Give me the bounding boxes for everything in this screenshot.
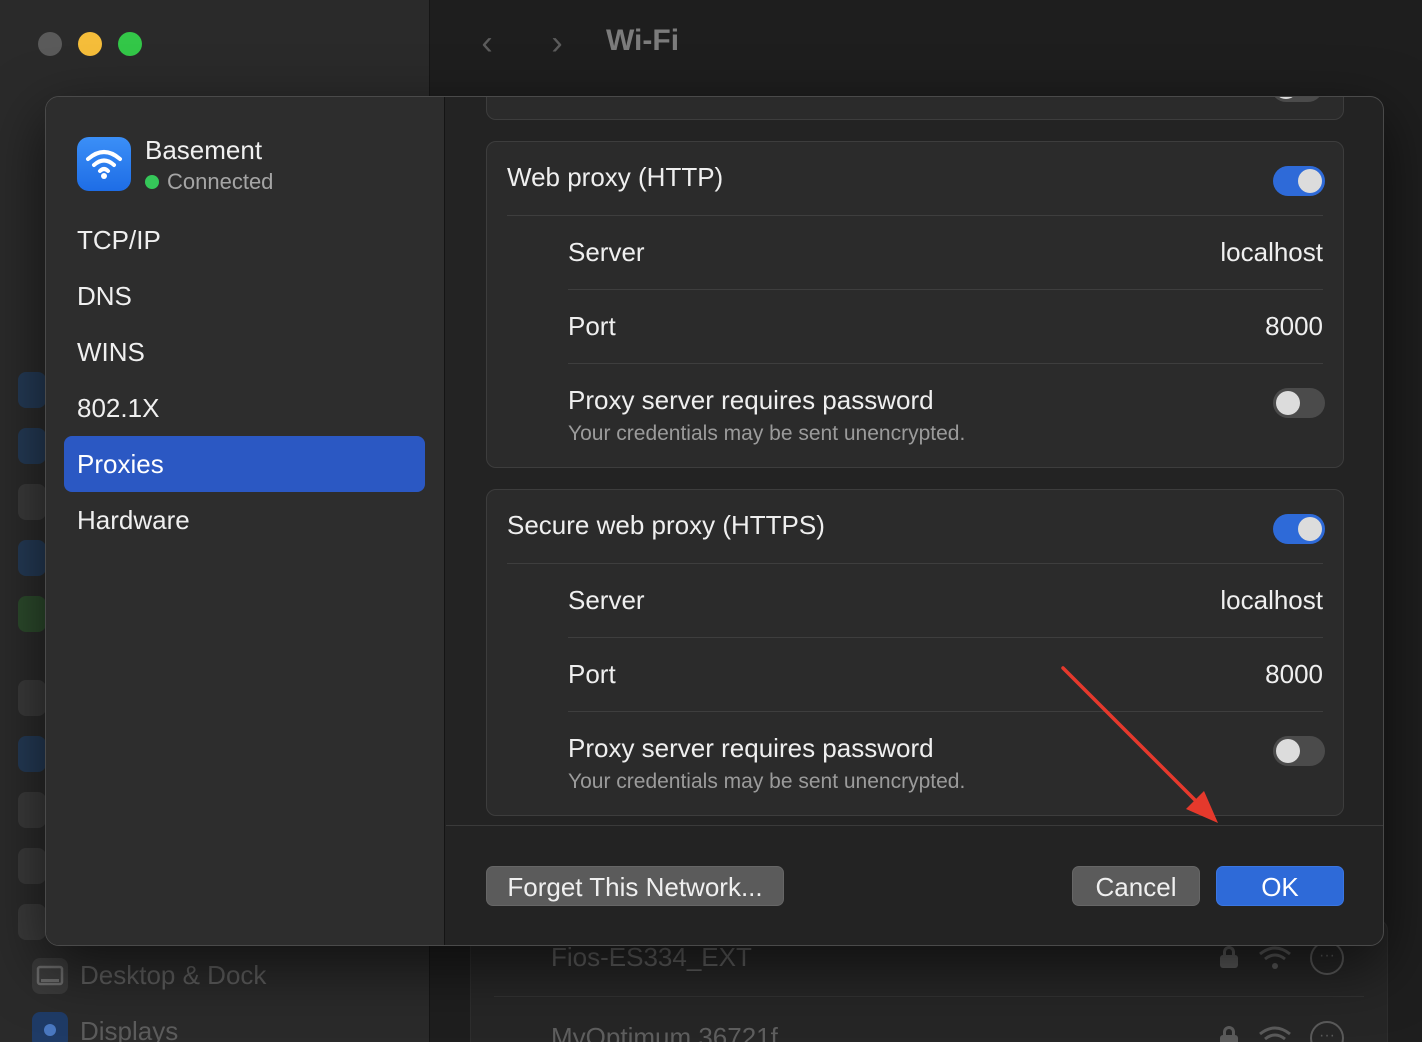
background-sidebar-icon — [18, 540, 46, 576]
https-server-field[interactable]: localhost — [1220, 585, 1323, 616]
https-port-label: Port — [568, 659, 616, 689]
sidebar-item-hardware[interactable]: Hardware — [64, 492, 425, 548]
background-sidebar-icon — [18, 736, 46, 772]
background-sidebar-icon — [18, 428, 46, 464]
ok-button[interactable]: OK — [1216, 866, 1344, 906]
details-sidebar: Basement Connected TCP/IP DNS WINS 802.1… — [46, 97, 445, 945]
divider — [568, 711, 1323, 712]
http-port-field[interactable]: 8000 — [1265, 311, 1323, 342]
http-password-toggle[interactable] — [1273, 388, 1325, 418]
proxy-card-partial — [486, 97, 1344, 120]
minimize-window-button[interactable] — [78, 32, 102, 56]
background-sidebar-icon — [18, 484, 46, 520]
https-proxy-toggle[interactable] — [1273, 514, 1325, 544]
https-password-label: Proxy server requires password — [568, 733, 934, 763]
desktop-icon — [32, 958, 68, 994]
background-sidebar-icon — [18, 792, 46, 828]
network-name[interactable]: MyOptimum 36721f — [551, 1022, 778, 1042]
background-sidebar-icon — [18, 372, 46, 408]
sidebar-item-wins[interactable]: WINS — [64, 324, 425, 380]
proxies-pane: Web proxy (HTTP) Server localhost Port 8… — [446, 97, 1383, 825]
lock-icon — [1219, 1026, 1239, 1042]
http-server-label: Server — [568, 237, 645, 267]
status-dot-icon — [145, 175, 159, 189]
divider — [568, 289, 1323, 290]
http-password-label: Proxy server requires password — [568, 385, 934, 415]
divider — [494, 996, 1364, 997]
wifi-icon — [77, 137, 131, 191]
http-proxy-card: Web proxy (HTTP) Server localhost Port 8… — [486, 141, 1344, 468]
proxy-toggle[interactable] — [1271, 97, 1323, 102]
divider — [568, 637, 1323, 638]
http-proxy-toggle[interactable] — [1273, 166, 1325, 196]
sidebar-item-displays[interactable]: Displays — [80, 1016, 178, 1042]
sidebar-item-desktop-dock[interactable]: Desktop & Dock — [80, 960, 266, 991]
https-password-toggle[interactable] — [1273, 736, 1325, 766]
divider — [507, 215, 1323, 216]
network-details-sheet: Basement Connected TCP/IP DNS WINS 802.1… — [45, 96, 1384, 946]
network-name: Basement — [145, 135, 263, 165]
http-port-label: Port — [568, 311, 616, 341]
background-sidebar-icon — [18, 904, 46, 940]
http-server-field[interactable]: localhost — [1220, 237, 1323, 268]
divider — [507, 563, 1323, 564]
window-title: Wi-Fi — [606, 24, 680, 57]
forget-network-button[interactable]: Forget This Network... — [486, 866, 784, 906]
sidebar-item-8021x[interactable]: 802.1X — [64, 380, 425, 436]
more-options-button[interactable]: ··· — [1310, 941, 1344, 975]
zoom-window-button[interactable] — [118, 32, 142, 56]
sidebar-item-tcpip[interactable]: TCP/IP — [64, 212, 425, 268]
https-server-label: Server — [568, 585, 645, 615]
http-password-note: Your credentials may be sent unencrypted… — [568, 422, 966, 445]
cancel-button[interactable]: Cancel — [1072, 866, 1200, 906]
background-sidebar-icon — [18, 680, 46, 716]
wifi-signal-icon — [1259, 946, 1291, 969]
forward-button[interactable]: › — [542, 26, 572, 60]
https-password-note: Your credentials may be sent unencrypted… — [568, 770, 966, 793]
divider — [568, 363, 1323, 364]
https-proxy-title: Secure web proxy (HTTPS) — [507, 510, 825, 540]
https-proxy-card: Secure web proxy (HTTPS) Server localhos… — [486, 489, 1344, 816]
https-port-field[interactable]: 8000 — [1265, 659, 1323, 690]
wifi-signal-icon — [1259, 1026, 1291, 1041]
footer-divider — [446, 825, 1383, 826]
background-sidebar-icon — [18, 848, 46, 884]
http-proxy-title: Web proxy (HTTP) — [507, 162, 724, 192]
sidebar-item-proxies[interactable]: Proxies — [64, 436, 425, 492]
back-button[interactable]: ‹ — [472, 26, 502, 60]
connection-status: Connected — [145, 169, 273, 195]
close-window-button[interactable] — [38, 32, 62, 56]
lock-icon — [1219, 946, 1239, 968]
status-text: Connected — [167, 169, 274, 194]
sidebar-item-dns[interactable]: DNS — [64, 268, 425, 324]
background-sidebar-icon — [18, 596, 46, 632]
network-name[interactable]: Fios-ES334_EXT — [551, 942, 752, 973]
sun-icon — [32, 1012, 68, 1042]
